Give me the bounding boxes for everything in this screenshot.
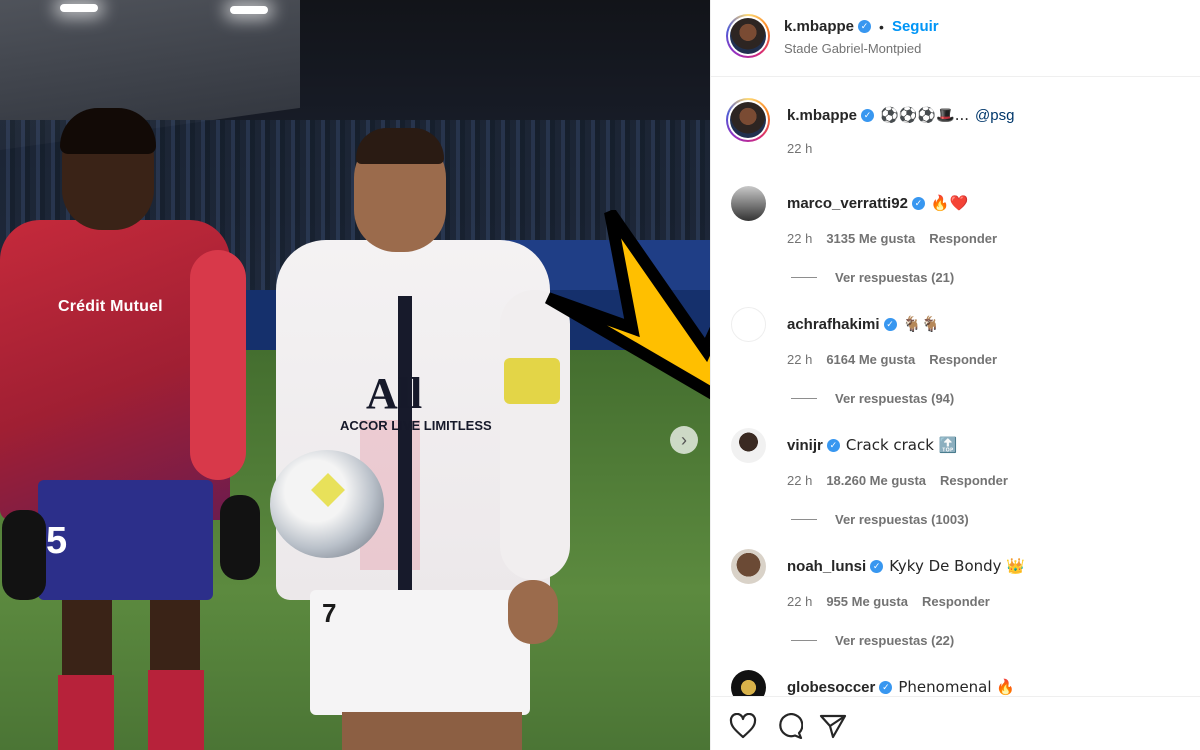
player-right-shorts [310, 590, 530, 715]
player-left-number: 5 [46, 520, 68, 562]
view-replies-button[interactable]: Ver respuestas (22) [791, 633, 954, 648]
separator-dot: • [879, 18, 884, 35]
view-replies-button[interactable]: Ver respuestas (21) [791, 270, 954, 285]
player-right-hand [508, 580, 558, 644]
verified-badge-icon: ✓ [858, 20, 872, 33]
comment-time: 22 h [787, 594, 813, 609]
comment-username[interactable]: noah_lunsi [787, 558, 866, 575]
post-header: k.mbappe ✓ • Seguir Stade Gabriel-Montpi… [711, 0, 1200, 77]
player-right-legs [342, 712, 522, 750]
player-left-glove [220, 495, 260, 580]
reply-button[interactable]: Responder [922, 594, 990, 609]
avatar[interactable] [731, 428, 766, 463]
comment-likes[interactable]: 3135 Me gusta [826, 231, 915, 246]
verified-badge-icon: ✓ [883, 317, 897, 331]
player-right-number: 7 [322, 598, 337, 628]
comment-text: Phenomenal 🔥 [898, 678, 1015, 696]
avatar[interactable] [726, 98, 770, 142]
avatar[interactable] [731, 549, 766, 584]
avatar[interactable] [726, 14, 770, 58]
verified-badge-icon: ✓ [870, 559, 884, 573]
comment-username[interactable]: achrafhakimi [787, 316, 880, 333]
verified-badge-icon: ✓ [861, 108, 875, 122]
verified-badge-icon: ✓ [911, 196, 925, 210]
caption-text: ⚽⚽⚽🎩... [880, 106, 970, 124]
jersey-brand: All [366, 369, 423, 418]
post-location[interactable]: Stade Gabriel-Montpied [784, 41, 921, 56]
comment-time: 22 h [787, 231, 813, 246]
comment-likes[interactable]: 6164 Me gusta [826, 352, 915, 367]
player-right-hair [356, 128, 444, 164]
comment-username[interactable]: vinijr [787, 437, 823, 454]
caption-time: 22 h [787, 141, 813, 156]
reply-button[interactable]: Responder [929, 231, 997, 246]
caption-username[interactable]: k.mbappe [787, 107, 857, 124]
player-left-sock [58, 675, 114, 750]
reply-button[interactable]: Responder [940, 473, 1008, 488]
comment-text: Kyky De Bondy 👑 [889, 557, 1025, 575]
avatar[interactable] [731, 186, 766, 221]
comment-text: 🔥❤️ [930, 194, 969, 212]
comments-list[interactable]: k.mbappe ✓ ⚽⚽⚽🎩... @psg 22 h marco_verra… [711, 78, 1200, 696]
player-left-arm [190, 250, 246, 480]
verified-badge-icon: ✓ [879, 680, 893, 694]
avatar[interactable] [731, 670, 766, 696]
post-actions-bar [711, 696, 1200, 750]
heart-icon[interactable] [729, 713, 757, 739]
arrow-annotation-icon [544, 210, 710, 400]
post-side-panel: k.mbappe ✓ • Seguir Stade Gabriel-Montpi… [710, 0, 1200, 750]
share-icon[interactable] [819, 713, 847, 739]
verified-badge-icon: ✓ [826, 438, 840, 452]
comment-username[interactable]: globesoccer [787, 679, 875, 696]
player-left-sock [148, 670, 204, 750]
comment-likes[interactable]: 18.260 Me gusta [826, 473, 926, 488]
chevron-right-icon[interactable]: › [670, 426, 698, 454]
follow-button[interactable]: Seguir [892, 18, 939, 35]
comment-username[interactable]: marco_verratti92 [787, 195, 908, 212]
shirt-sponsor: Crédit Mutuel [58, 298, 163, 315]
shirt-navy-stripe [398, 296, 412, 596]
view-replies-button[interactable]: Ver respuestas (1003) [791, 512, 969, 527]
avatar[interactable] [731, 307, 766, 342]
comment-likes[interactable]: 955 Me gusta [826, 594, 908, 609]
comment-text: Crack crack 🔝 [845, 436, 958, 454]
comment-time: 22 h [787, 352, 813, 367]
floodlight [230, 6, 268, 14]
comment-text: 🐐🐐 [902, 315, 940, 333]
floodlight [60, 4, 98, 12]
post-photo[interactable]: Crédit Mutuel 5 All ACCOR LIVE LIMITLESS… [0, 0, 710, 750]
player-left-glove [2, 510, 46, 600]
reply-button[interactable]: Responder [929, 352, 997, 367]
jersey-sponsor: ACCOR LIVE LIMITLESS [340, 418, 492, 433]
comment-time: 22 h [787, 473, 813, 488]
author-username[interactable]: k.mbappe [784, 18, 854, 35]
view-replies-button[interactable]: Ver respuestas (94) [791, 391, 954, 406]
caption-mention[interactable]: @psg [975, 107, 1014, 124]
comment-icon[interactable] [775, 713, 803, 739]
